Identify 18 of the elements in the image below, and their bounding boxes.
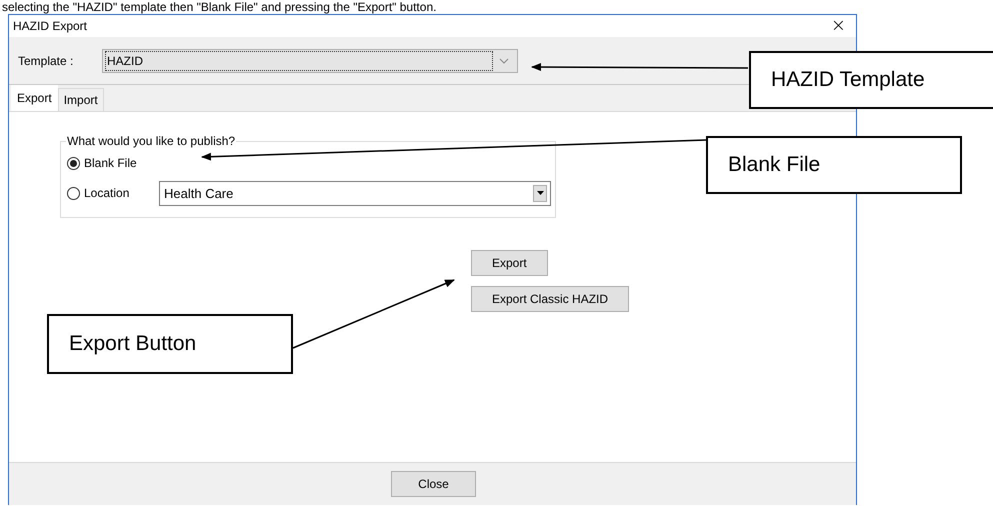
location-dropdown[interactable]: Health Care <box>159 180 551 206</box>
close-button[interactable]: Close <box>391 471 476 497</box>
window-title: HAZID Export <box>13 19 88 33</box>
callout-label: Blank File <box>706 136 962 194</box>
caption-text: selecting the "HAZID" template then "Blank File" and pressing the "Export" button. <box>1 0 438 14</box>
export-button[interactable]: Export Classic HAZID <box>471 286 630 312</box>
group-legend: What would you like to publish? <box>66 134 236 148</box>
export-button[interactable]: Export <box>471 250 548 276</box>
callout-label: Export Button <box>47 314 293 374</box>
template-dropdown[interactable]: HAZID <box>102 48 518 72</box>
template-label: Template : <box>18 54 74 68</box>
radio-option[interactable]: Blank File <box>67 156 159 170</box>
close-button[interactable]: × <box>820 16 856 36</box>
chevron-down-icon <box>499 58 509 64</box>
radio-option[interactable]: Location <box>67 186 159 200</box>
tab[interactable]: Export <box>11 85 58 111</box>
tab[interactable]: Import <box>58 88 104 111</box>
callout-label: HAZID Template <box>749 51 993 109</box>
